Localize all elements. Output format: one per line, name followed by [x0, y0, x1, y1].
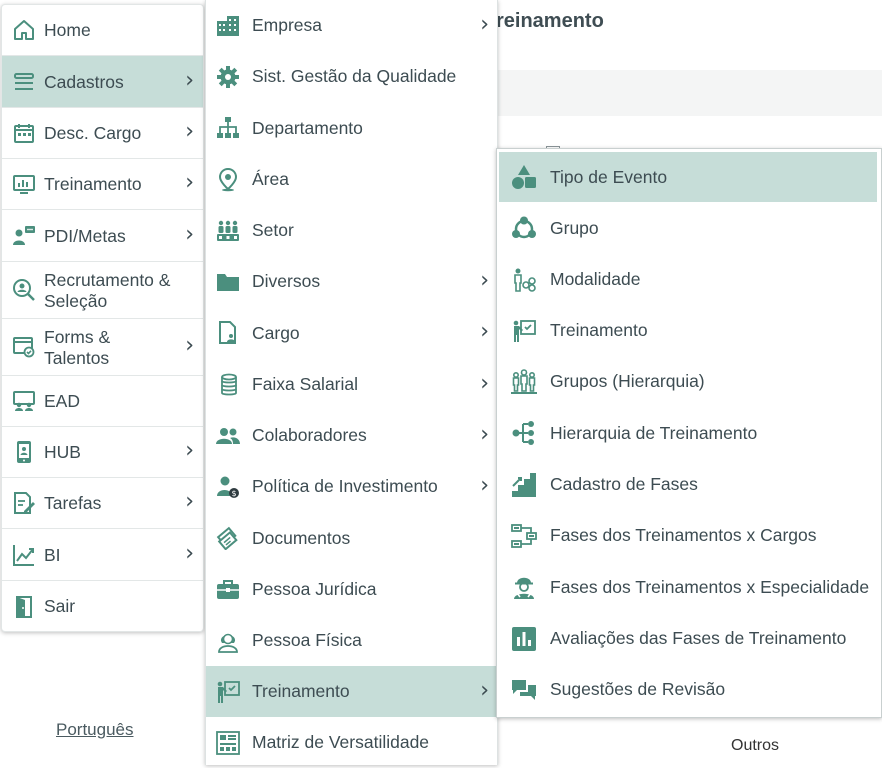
submenu-item-treinamento[interactable]: Treinamento [497, 305, 881, 356]
org-chart-icon [215, 115, 241, 141]
calendar-icon [11, 120, 37, 146]
submenu-item-modalidade[interactable]: Modalidade [497, 254, 881, 305]
main-menu: Home Cadastros › Desc. Cargo › Treinamen… [1, 4, 204, 632]
bar-chart-icon [511, 626, 537, 652]
home-icon [11, 17, 37, 43]
folder-icon [215, 269, 241, 295]
menu-item-bi[interactable]: BI › [2, 529, 203, 581]
language-link[interactable]: Português [56, 720, 134, 740]
matrix-icon [215, 730, 241, 756]
filter-bar [496, 70, 882, 116]
chevron-right-icon: › [185, 333, 194, 358]
submenu-item-tipo-evento[interactable]: Tipo de Evento [499, 152, 877, 202]
menu-item-desc-cargo[interactable]: Desc. Cargo › [2, 108, 203, 159]
coins-icon [215, 372, 241, 398]
tree-icon [511, 420, 537, 446]
phone-icon [11, 439, 37, 465]
other-label: Outros [731, 737, 780, 754]
list-icon [11, 69, 37, 95]
page-title: reinamento [496, 10, 604, 32]
documents-icon [215, 525, 241, 551]
classroom-icon [11, 388, 37, 414]
user-money-icon: $ [215, 474, 241, 500]
presentation-icon [511, 318, 537, 344]
line-chart-icon [11, 542, 37, 568]
menu-item-tarefas[interactable]: Tarefas › [2, 478, 203, 529]
submenu-item-colaboradores[interactable]: Colaboradores › [206, 410, 497, 461]
people-hierarchy-icon [511, 368, 537, 395]
user-search-icon [11, 277, 37, 303]
treinamento-submenu: Tipo de Evento Grupo Modalidade Treiname… [496, 148, 882, 718]
chevron-right-icon: › [480, 421, 489, 447]
chevron-right-icon: › [480, 370, 489, 396]
chat-icon [511, 677, 537, 703]
submenu-item-grupos-hierarquia[interactable]: Grupos (Hierarquia) [497, 356, 881, 407]
submenu-item-documentos[interactable]: Documentos [206, 512, 497, 564]
exit-door-icon [11, 594, 37, 620]
submenu-item-sgq[interactable]: Sist. Gestão da Qualidade [206, 51, 497, 102]
gear-icon [215, 64, 241, 90]
menu-item-treinamento[interactable]: Treinamento › [2, 159, 203, 210]
submenu-item-avaliacoes-fases[interactable]: Avaliações das Fases de Treinamento [497, 613, 881, 664]
shapes-icon [511, 164, 537, 190]
modality-icon [511, 267, 537, 293]
submenu-item-pessoa-fisica[interactable]: Pessoa Física [206, 615, 497, 666]
submenu-item-treinamento[interactable]: Treinamento › [206, 666, 497, 717]
chevron-right-icon: › [480, 677, 489, 703]
group-circle-icon [511, 216, 537, 242]
submenu-item-faixa-salarial[interactable]: Faixa Salarial › [206, 359, 497, 410]
submenu-item-matriz-versatilidade[interactable]: Matriz de Versatilidade [206, 717, 497, 768]
submenu-item-diversos[interactable]: Diversos › [206, 256, 497, 307]
chevron-right-icon: › [185, 119, 194, 144]
map-pin-icon [215, 167, 241, 193]
group-icon [215, 218, 241, 244]
menu-item-sair[interactable]: Sair [2, 581, 203, 632]
edit-document-icon [11, 490, 37, 516]
chevron-right-icon: › [185, 170, 194, 195]
building-icon [215, 13, 241, 39]
submenu-item-empresa[interactable]: Empresa › [206, 0, 497, 51]
chevron-right-icon: › [185, 438, 194, 463]
submenu-item-hierarquia-treinamento[interactable]: Hierarquia de Treinamento [497, 407, 881, 459]
chevron-right-icon: › [480, 319, 489, 344]
submenu-item-fases-especialidade[interactable]: Fases dos Treinamentos x Especialidade [497, 561, 881, 613]
person-icon [215, 628, 241, 654]
users-icon [215, 423, 241, 449]
form-check-icon [11, 334, 37, 360]
submenu-item-sugestoes-revisao[interactable]: Sugestões de Revisão [497, 664, 881, 715]
submenu-item-politica-investimento[interactable]: $ Política de Investimento › [206, 461, 497, 512]
submenu-item-setor[interactable]: Setor [206, 205, 497, 256]
document-user-icon [215, 320, 241, 346]
flow-icon [511, 523, 537, 549]
submenu-item-departamento[interactable]: Departamento [206, 102, 497, 154]
chevron-right-icon: › [185, 221, 194, 247]
stairs-icon [511, 472, 537, 498]
chevron-right-icon: › [185, 67, 194, 93]
presentation-icon [215, 679, 241, 705]
menu-item-hub[interactable]: HUB › [2, 427, 203, 478]
submenu-item-pessoa-juridica[interactable]: Pessoa Jurídica [206, 564, 497, 615]
user-chat-icon [11, 223, 37, 249]
menu-item-cadastros[interactable]: Cadastros › [2, 56, 203, 108]
chevron-right-icon: › [480, 267, 489, 293]
worker-icon [511, 574, 537, 600]
menu-item-pdi-metas[interactable]: PDI/Metas › [2, 210, 203, 262]
submenu-item-area[interactable]: Área [206, 154, 497, 205]
submenu-item-grupo[interactable]: Grupo [497, 203, 881, 254]
presentation-icon [11, 171, 37, 197]
submenu-item-cadastro-fases[interactable]: Cadastro de Fases [497, 459, 881, 510]
cadastros-submenu: Empresa › Sist. Gestão da Qualidade Depa… [205, 0, 498, 765]
svg-text:$: $ [231, 489, 236, 498]
menu-item-forms-talentos[interactable]: Forms & Talentos › [2, 319, 203, 376]
menu-item-home[interactable]: Home [2, 5, 203, 56]
chevron-right-icon: › [185, 489, 194, 514]
menu-item-ead[interactable]: EAD [2, 376, 203, 427]
chevron-right-icon: › [185, 540, 194, 566]
chevron-right-icon: › [480, 472, 489, 498]
chevron-right-icon: › [480, 11, 489, 37]
menu-item-recrutamento[interactable]: Recrutamento & Seleção [2, 262, 203, 319]
submenu-item-cargo[interactable]: Cargo › [206, 307, 497, 359]
briefcase-icon [215, 577, 241, 603]
submenu-item-fases-cargos[interactable]: Fases dos Treinamentos x Cargos [497, 510, 881, 561]
